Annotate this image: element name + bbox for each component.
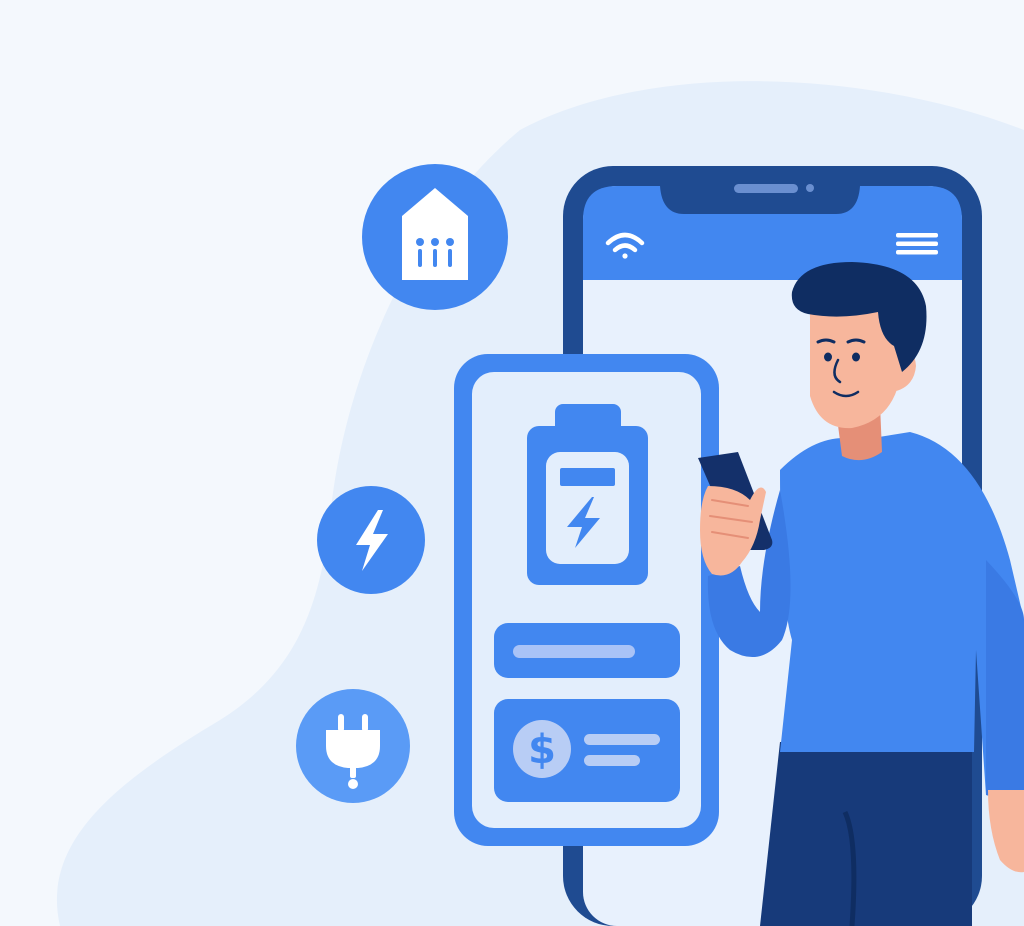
battery-charging-icon bbox=[527, 404, 648, 585]
plug-badge[interactable] bbox=[296, 689, 410, 803]
front-camera bbox=[806, 184, 814, 192]
energy-badge[interactable] bbox=[317, 486, 425, 594]
hamburger-menu-icon[interactable] bbox=[896, 233, 938, 255]
left-eye bbox=[824, 352, 832, 362]
speaker-grille bbox=[734, 184, 798, 193]
smart-home-badge[interactable] bbox=[362, 164, 508, 310]
right-eye bbox=[852, 352, 860, 362]
legs bbox=[760, 742, 972, 926]
usage-bar-fill bbox=[513, 645, 635, 658]
billing-card[interactable]: $ bbox=[494, 699, 680, 802]
billing-line-2 bbox=[584, 755, 640, 766]
energy-app-card: $ bbox=[454, 354, 719, 846]
energy-app-illustration: $ bbox=[0, 0, 1024, 926]
dollar-coin-icon: $ bbox=[513, 720, 571, 778]
usage-bar-card[interactable] bbox=[494, 623, 680, 678]
billing-line-1 bbox=[584, 734, 660, 745]
dollar-symbol: $ bbox=[528, 727, 556, 773]
